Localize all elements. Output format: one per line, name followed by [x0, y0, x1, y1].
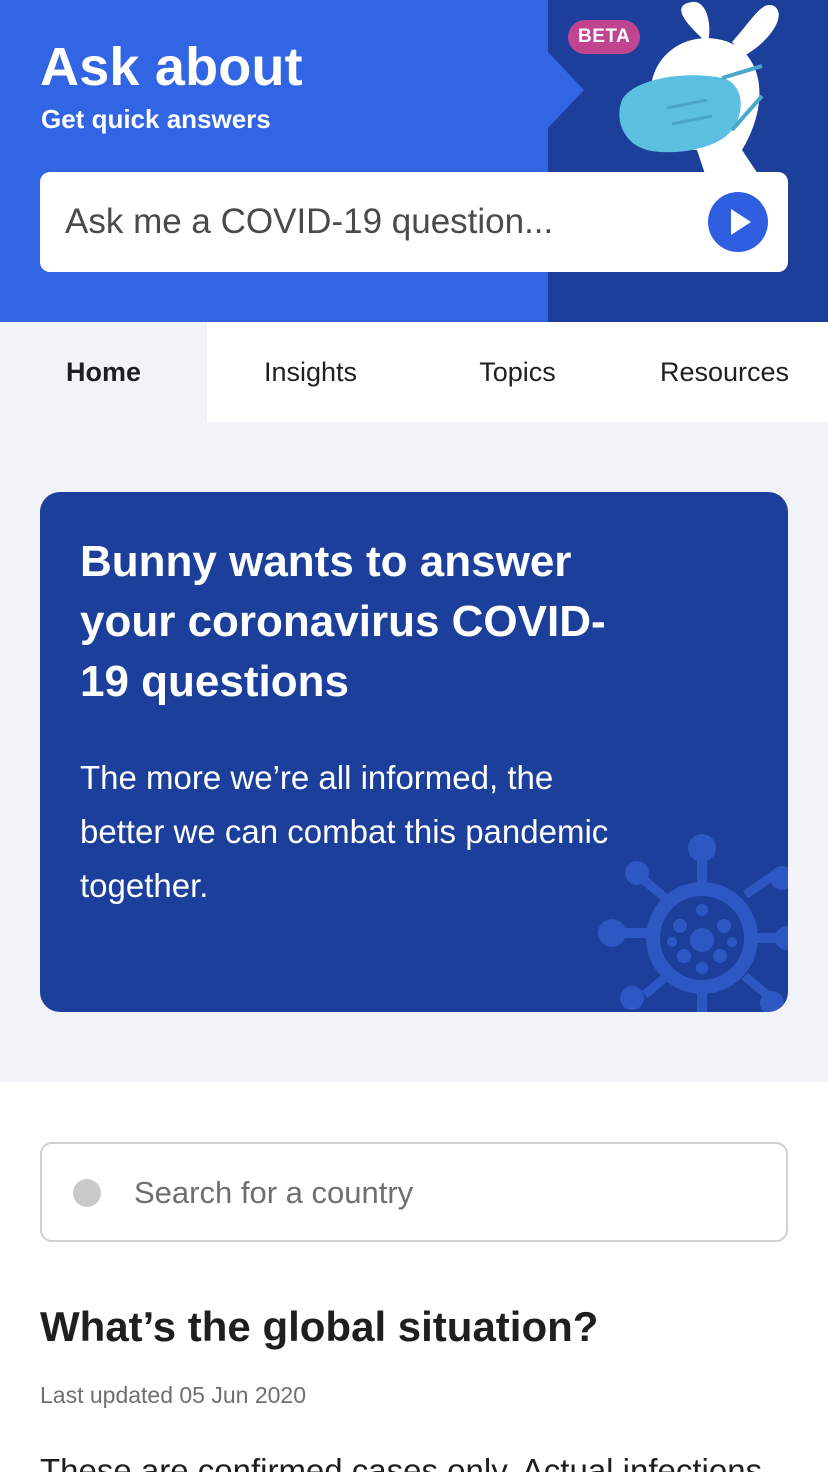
bunny-mascot-icon — [619, 1, 779, 180]
submit-question-button[interactable] — [708, 192, 768, 252]
tab-insights[interactable]: Insights — [207, 322, 414, 422]
page-subtitle: Get quick answers — [41, 104, 271, 134]
hero-heading: Bunny wants to answer your coronavirus C… — [80, 537, 606, 706]
play-icon — [731, 209, 751, 235]
main-tabs: Home Insights Topics Resources — [0, 322, 828, 422]
global-situation-title: What’s the global situation? — [40, 1303, 599, 1350]
last-updated-text: Last updated 05 Jun 2020 — [40, 1382, 307, 1408]
ask-header: Ask about Get quick answers BETA Ask me … — [0, 0, 828, 322]
virus-icon — [598, 834, 788, 1012]
header-notch — [548, 52, 584, 128]
question-input-placeholder[interactable]: Ask me a COVID-19 question... — [65, 202, 553, 242]
hero-card: Bunny wants to answer your coronavirus C… — [40, 492, 788, 1012]
global-intro-text: These are confirmed cases only. Actual i… — [40, 1452, 763, 1472]
country-search-box[interactable] — [40, 1142, 788, 1242]
page: Ask about Get quick answers BETA Ask me … — [0, 0, 828, 1472]
page-title: Ask about — [40, 37, 303, 97]
tab-resources[interactable]: Resources — [621, 322, 828, 422]
search-icon — [73, 1179, 101, 1207]
tab-home[interactable]: Home — [0, 322, 207, 422]
hero-body: The more we’re all informed, the better … — [80, 759, 609, 904]
tab-topics[interactable]: Topics — [414, 322, 621, 422]
country-search-input[interactable] — [134, 1168, 734, 1218]
question-search-box[interactable]: Ask me a COVID-19 question... — [40, 172, 788, 272]
